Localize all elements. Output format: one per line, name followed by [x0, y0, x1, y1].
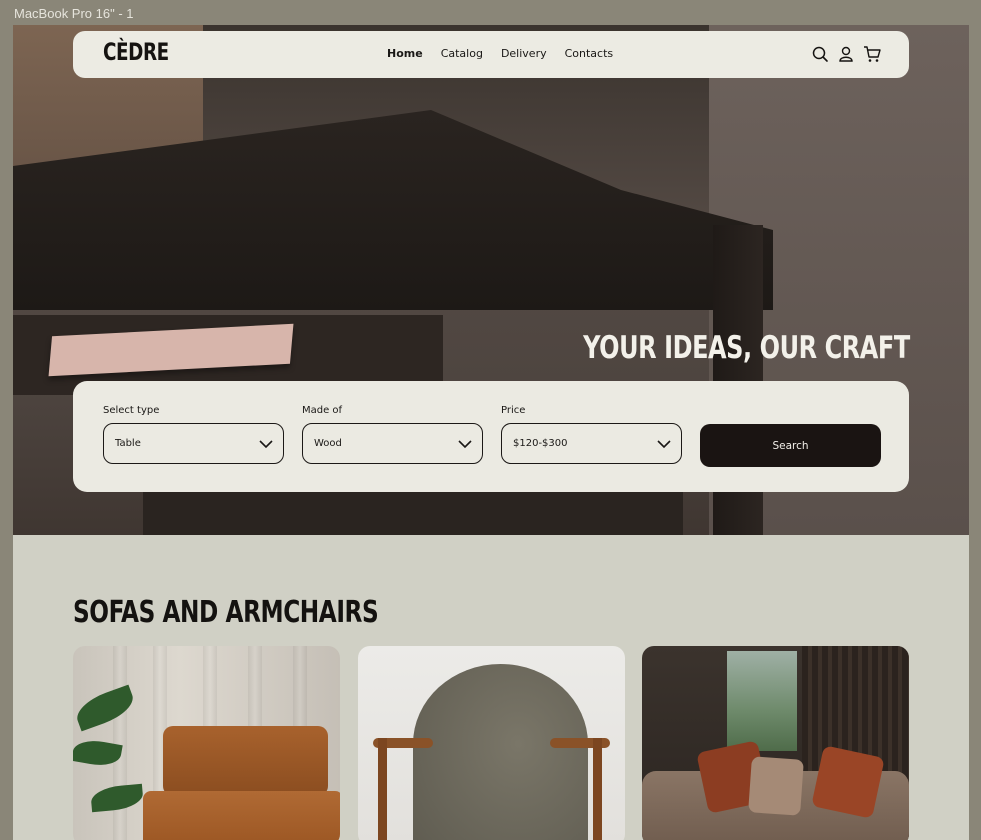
price-field: Price $120-$300 [501, 405, 682, 464]
material-select[interactable]: Wood [302, 423, 483, 464]
section-title: SOFAS AND ARMCHAIRS [73, 595, 379, 630]
user-icon[interactable] [837, 45, 855, 63]
top-navbar: CÈDRE Home Catalog Delivery Contacts [73, 31, 909, 78]
hero-stool [143, 485, 683, 535]
product-card-upholstered-chair[interactable] [358, 646, 625, 840]
material-label: Made of [302, 405, 343, 416]
price-select-value: $120-$300 [513, 438, 568, 449]
nav-link-delivery[interactable]: Delivery [501, 47, 547, 60]
type-select[interactable]: Table [103, 423, 284, 464]
chair-shell [413, 664, 588, 840]
search-button[interactable]: Search [700, 424, 881, 467]
nav-icons [811, 45, 881, 63]
material-select-value: Wood [314, 438, 342, 449]
window-view [727, 651, 797, 751]
page-canvas: CÈDRE Home Catalog Delivery Contacts YOU… [13, 25, 969, 840]
plant-leaf [90, 783, 144, 813]
armchair-back [163, 726, 328, 796]
frame-label: MacBook Pro 16" - 1 [14, 6, 134, 21]
type-select-value: Table [115, 438, 141, 449]
plant-leaf [73, 684, 138, 732]
chair-leg [593, 738, 602, 840]
chair-leg [378, 738, 387, 840]
price-label: Price [501, 405, 526, 416]
search-panel: Select type Table Made of Wood Price $12… [73, 381, 909, 492]
chevron-down-icon [657, 434, 671, 453]
hero-title: YOUR IDEAS, OUR CRAFT [583, 330, 910, 366]
price-select[interactable]: $120-$300 [501, 423, 682, 464]
brand-logo[interactable]: CÈDRE [103, 38, 169, 66]
product-card-sofa[interactable] [642, 646, 909, 840]
chevron-down-icon [259, 434, 273, 453]
nav-link-contacts[interactable]: Contacts [565, 47, 614, 60]
curtain-fold [113, 646, 127, 840]
search-icon[interactable] [811, 45, 829, 63]
sofa-pillow [748, 756, 804, 816]
nav-links: Home Catalog Delivery Contacts [387, 47, 613, 60]
chevron-down-icon [458, 434, 472, 453]
type-label: Select type [103, 405, 160, 416]
type-field: Select type Table [103, 405, 284, 464]
material-field: Made of Wood [302, 405, 483, 464]
nav-link-home[interactable]: Home [387, 47, 423, 60]
sofa-pillow [811, 745, 885, 819]
product-card-leather-armchair[interactable] [73, 646, 340, 840]
armchair-seat [143, 791, 340, 840]
nav-link-catalog[interactable]: Catalog [441, 47, 483, 60]
cart-icon[interactable] [863, 45, 881, 63]
